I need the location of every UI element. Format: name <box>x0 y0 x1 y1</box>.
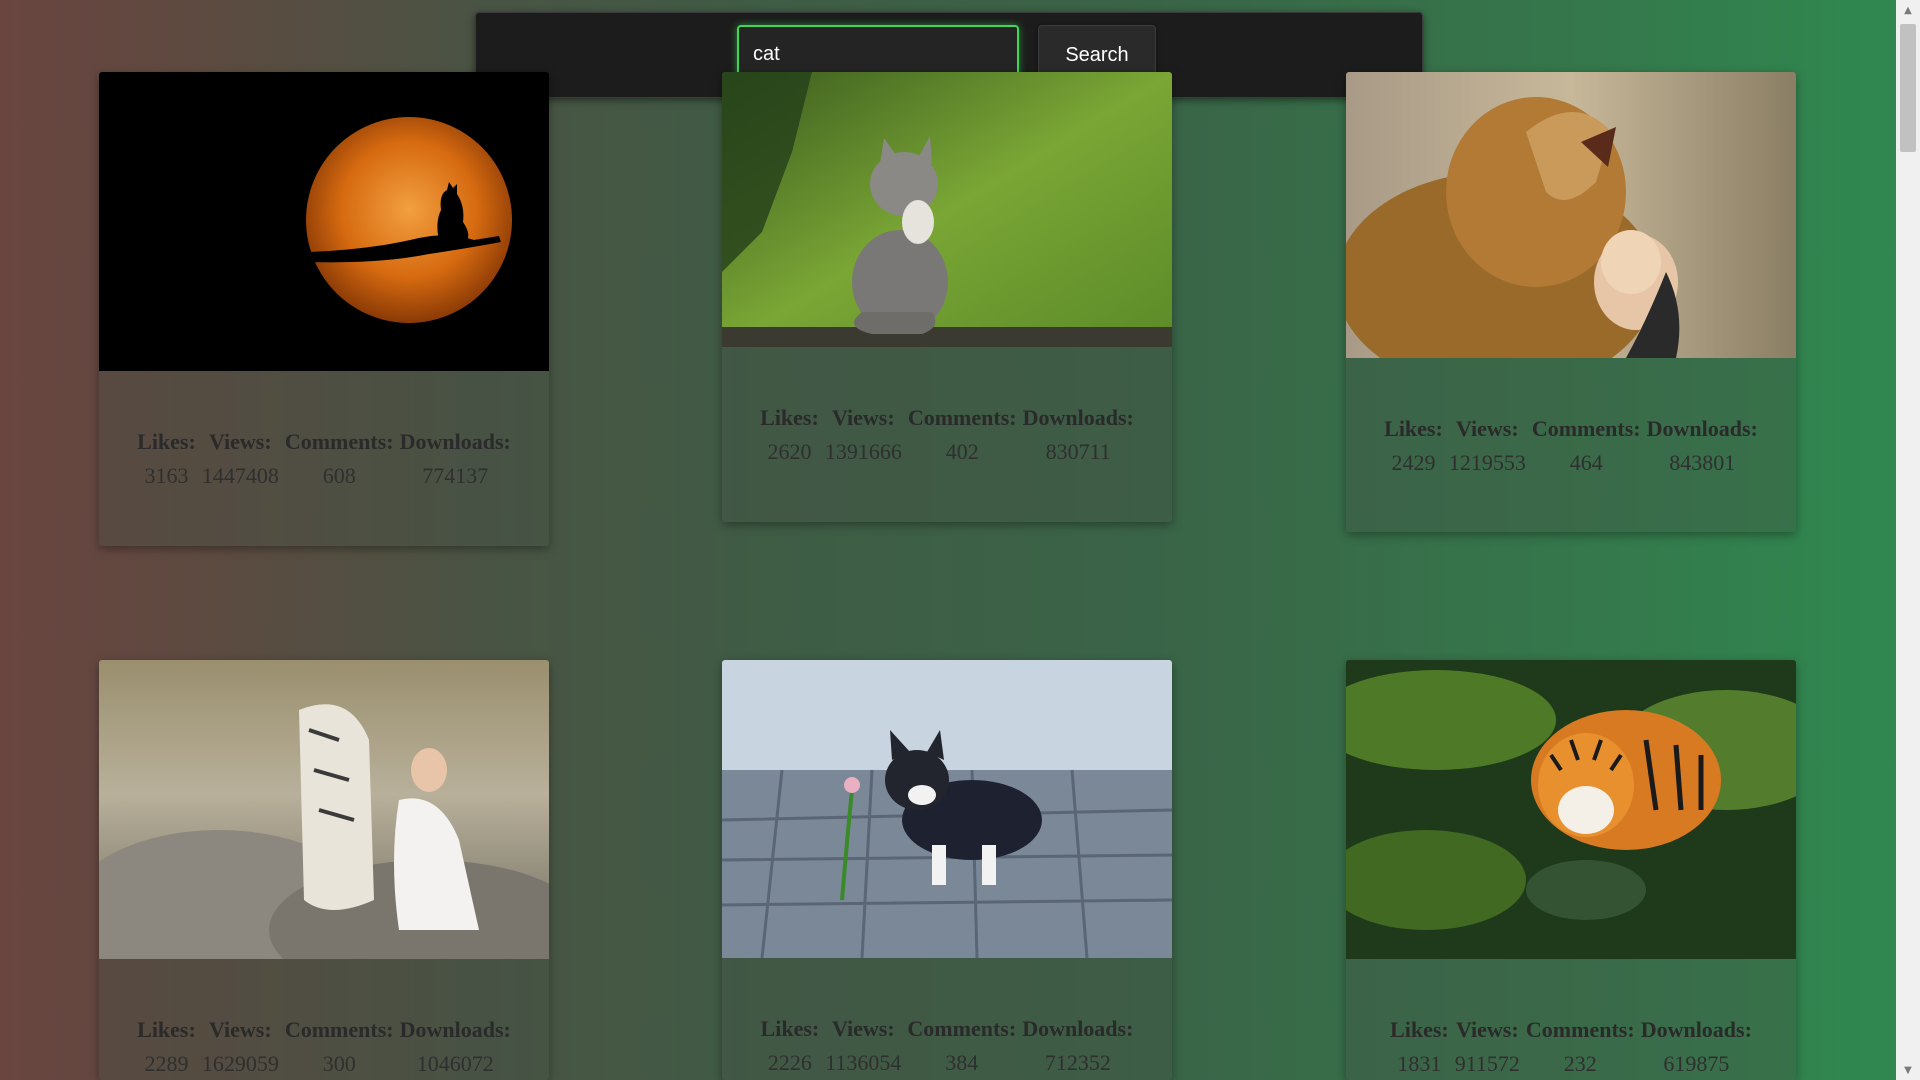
likes-stat: Likes: 2226 <box>761 1016 820 1076</box>
comments-label: Comments: <box>1525 1017 1635 1042</box>
comments-value: 608 <box>322 463 356 488</box>
likes-value: 1831 <box>1397 1051 1442 1076</box>
downloads-value: 843801 <box>1669 450 1736 475</box>
likes-label: Likes: <box>1390 1017 1449 1042</box>
card-stats: Likes: 3163 Views: 1447408 Comments: 608 Do… <box>99 429 549 489</box>
card-image[interactable] <box>99 72 549 371</box>
downloads-value: 1046072 <box>416 1051 494 1076</box>
likes-label: Likes: <box>137 1017 196 1042</box>
downloads-label: Downloads: <box>399 429 511 454</box>
views-value: 1391666 <box>824 439 902 464</box>
downloads-label: Downloads: <box>1022 405 1134 430</box>
views-label: Views: <box>1455 1017 1519 1042</box>
downloads-stat: Downloads: 830711 <box>1023 405 1134 465</box>
comments-label: Comments: <box>284 1017 394 1042</box>
views-label: Views: <box>1455 416 1519 441</box>
card-stats: Likes: 2429 Views: 1219553 Comments: 464 Do… <box>1346 416 1796 476</box>
likes-stat: Likes: 2620 <box>760 405 819 465</box>
downloads-stat: Downloads: 1046072 <box>400 1017 511 1077</box>
scroll-thumb[interactable] <box>1900 24 1916 152</box>
image-card: Likes: 2226 Views: 1136054 Comments: 384 Do… <box>722 660 1172 1080</box>
downloads-stat: Downloads: 774137 <box>400 429 511 489</box>
comments-stat: Comments: 402 <box>908 405 1017 465</box>
card-stats: Likes: 2620 Views: 1391666 Comments: 402 Do… <box>722 405 1172 465</box>
views-value: 911572 <box>1454 1051 1520 1076</box>
downloads-value: 712352 <box>1044 1050 1111 1075</box>
comments-stat: Comments: 300 <box>285 1017 394 1077</box>
likes-value: 2226 <box>767 1050 812 1075</box>
comments-value: 300 <box>322 1051 356 1076</box>
downloads-value: 830711 <box>1045 439 1111 464</box>
downloads-stat: Downloads: 843801 <box>1647 416 1758 476</box>
views-stat: Views: 1447408 <box>202 429 279 489</box>
card-stats: Likes: 1831 Views: 911572 Comments: 232 Dow… <box>1346 1017 1796 1077</box>
downloads-label: Downloads: <box>1022 1016 1134 1041</box>
views-stat: Views: 1219553 <box>1449 416 1526 476</box>
likes-stat: Likes: 2289 <box>137 1017 196 1077</box>
likes-value: 2289 <box>144 1051 189 1076</box>
scroll-down-arrow-icon[interactable]: ▼ <box>1896 1060 1920 1080</box>
likes-label: Likes: <box>1384 416 1443 441</box>
likes-label: Likes: <box>137 429 196 454</box>
views-label: Views: <box>208 1017 272 1042</box>
likes-label: Likes: <box>760 1016 820 1041</box>
card-image[interactable] <box>722 660 1172 958</box>
likes-label: Likes: <box>760 405 819 430</box>
downloads-stat: Downloads: 712352 <box>1022 1016 1133 1076</box>
comments-value: 464 <box>1569 450 1603 475</box>
views-stat: Views: 1136054 <box>825 1016 901 1076</box>
scroll-up-arrow-icon[interactable]: ▲ <box>1896 0 1920 20</box>
comments-value: 402 <box>945 439 979 464</box>
card-stats: Likes: 2289 Views: 1629059 Comments: 300 Do… <box>99 1017 549 1077</box>
views-label: Views: <box>208 429 272 454</box>
downloads-value: 774137 <box>422 463 489 488</box>
downloads-value: 619875 <box>1663 1051 1730 1076</box>
comments-value: 232 <box>1563 1051 1597 1076</box>
downloads-stat: Downloads: 619875 <box>1641 1017 1752 1077</box>
comments-label: Comments: <box>1531 416 1641 441</box>
views-stat: Views: 1629059 <box>202 1017 279 1077</box>
likes-stat: Likes: 3163 <box>137 429 196 489</box>
card-image[interactable] <box>1346 660 1796 959</box>
card-image[interactable] <box>99 660 549 959</box>
views-label: Views: <box>831 1016 895 1041</box>
image-card: Likes: 2289 Views: 1629059 Comments: 300 Do… <box>99 660 549 1080</box>
views-value: 1219553 <box>1448 450 1526 475</box>
comments-label: Comments: <box>284 429 394 454</box>
views-label: Views: <box>831 405 895 430</box>
card-image[interactable] <box>722 72 1172 347</box>
image-card: Likes: 1831 Views: 911572 Comments: 232 Dow… <box>1346 660 1796 1080</box>
comments-stat: Comments: 608 <box>285 429 394 489</box>
page-scrollbar[interactable]: ▲ ▼ <box>1896 0 1920 1080</box>
downloads-label: Downloads: <box>1646 416 1758 441</box>
image-card: Likes: 2620 Views: 1391666 Comments: 402 Do… <box>722 72 1172 522</box>
likes-value: 2620 <box>767 439 812 464</box>
downloads-label: Downloads: <box>399 1017 511 1042</box>
views-stat: Views: 1391666 <box>825 405 902 465</box>
views-value: 1136054 <box>825 1050 902 1075</box>
downloads-label: Downloads: <box>1640 1017 1752 1042</box>
likes-value: 2429 <box>1391 450 1436 475</box>
comments-label: Comments: <box>907 1016 1017 1041</box>
likes-value: 3163 <box>144 463 189 488</box>
image-card: Likes: 2429 Views: 1219553 Comments: 464 Do… <box>1346 72 1796 532</box>
image-card: Likes: 3163 Views: 1447408 Comments: 608 Do… <box>99 72 549 546</box>
card-stats: Likes: 2226 Views: 1136054 Comments: 384 Do… <box>722 1016 1172 1076</box>
comments-stat: Comments: 464 <box>1532 416 1641 476</box>
views-value: 1629059 <box>201 1051 279 1076</box>
card-image[interactable] <box>1346 72 1796 358</box>
likes-stat: Likes: 2429 <box>1384 416 1443 476</box>
comments-value: 384 <box>945 1050 979 1075</box>
views-stat: Views: 911572 <box>1455 1017 1520 1077</box>
comments-label: Comments: <box>907 405 1017 430</box>
likes-stat: Likes: 1831 <box>1390 1017 1449 1077</box>
comments-stat: Comments: 384 <box>907 1016 1016 1076</box>
views-value: 1447408 <box>201 463 279 488</box>
comments-stat: Comments: 232 <box>1526 1017 1635 1077</box>
